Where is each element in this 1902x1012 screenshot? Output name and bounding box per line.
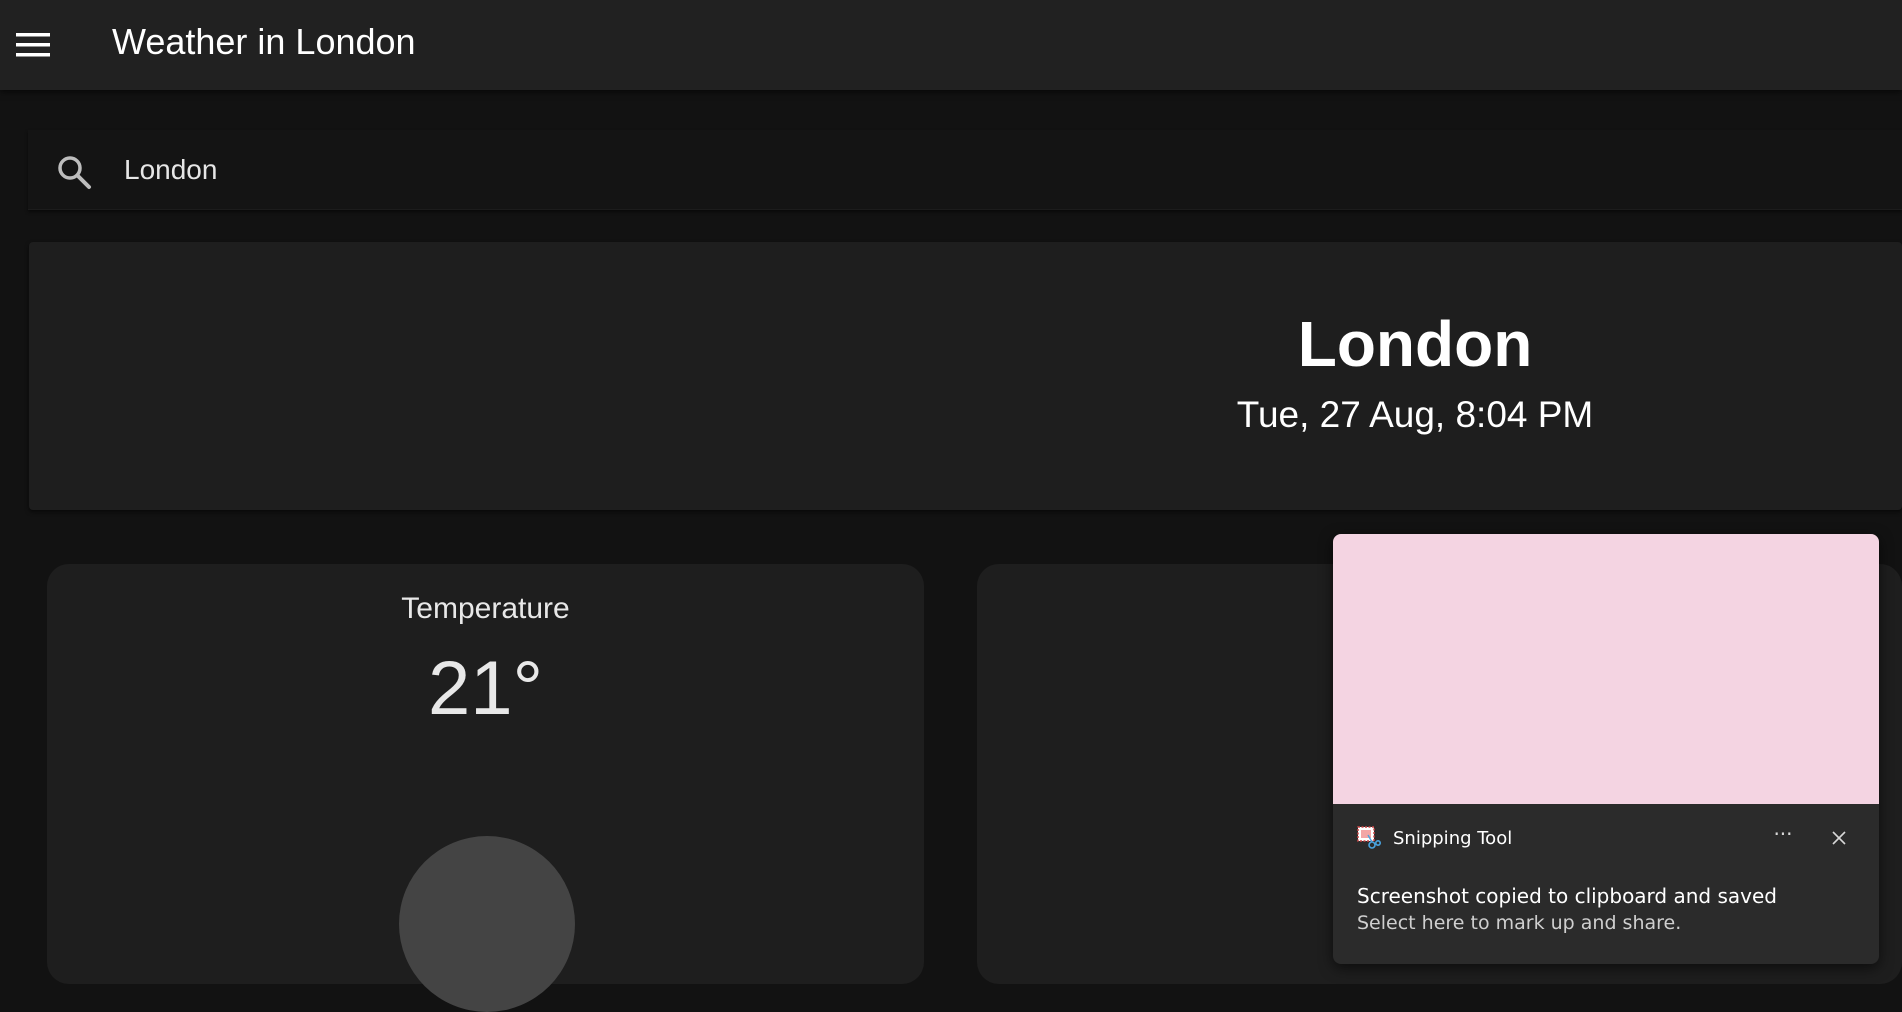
app-title: Weather in London (112, 21, 416, 62)
toast-message: Screenshot copied to clipboard and saved (1357, 884, 1777, 908)
search-bar (28, 130, 1902, 210)
hamburger-menu-icon[interactable] (8, 20, 58, 70)
more-options-button[interactable]: ··· (1763, 820, 1803, 852)
weather-icon-placeholder (399, 836, 575, 1012)
app-bar: Weather in London (0, 0, 1902, 90)
temperature-card: Temperature 21° (47, 564, 924, 1012)
temperature-value: 21° (428, 646, 543, 731)
screenshot-preview[interactable] (1333, 534, 1879, 804)
search-icon[interactable] (56, 154, 92, 190)
temperature-label: Temperature (401, 592, 570, 625)
current-datetime: Tue, 27 Aug, 8:04 PM (1236, 394, 1594, 435)
snipping-tool-icon (1357, 826, 1381, 850)
toast-app-name: Snipping Tool (1393, 828, 1513, 849)
city-name: London (1297, 308, 1533, 380)
toast-subtext: Select here to mark up and share. (1357, 912, 1682, 934)
snipping-tool-notification[interactable]: Snipping Tool ··· Screenshot copied to c… (1333, 534, 1879, 964)
location-header-card (29, 242, 1902, 510)
search-input[interactable] (124, 148, 1824, 192)
close-icon[interactable] (1823, 822, 1855, 854)
